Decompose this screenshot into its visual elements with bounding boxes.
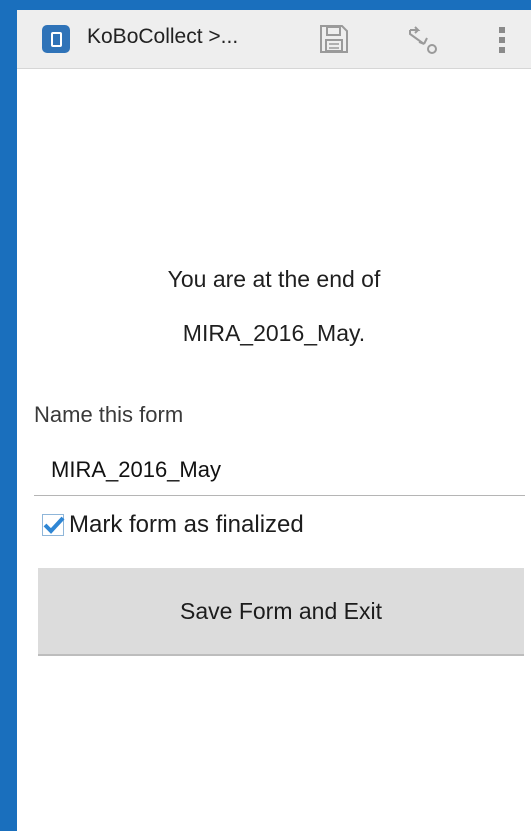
name-form-label: Name this form	[34, 402, 184, 427]
save-icon[interactable]	[319, 24, 349, 54]
finalize-checkbox-row[interactable]: Mark form as finalized	[42, 508, 304, 542]
form-name-input[interactable]	[34, 444, 525, 496]
hierarchy-icon[interactable]	[406, 24, 440, 56]
status-bar	[17, 0, 531, 10]
checkmark-icon	[43, 516, 65, 534]
finalize-label: Mark form as finalized	[69, 511, 304, 538]
app-title[interactable]: KoBoCollect >...	[87, 25, 238, 49]
form-end-screen: KoBoCollect >... You are at the end of M…	[17, 10, 531, 831]
end-message-line1: You are at the end of	[167, 266, 381, 292]
overflow-menu-icon[interactable]	[497, 27, 507, 55]
finalize-checkbox[interactable]	[42, 514, 65, 536]
save-form-and-exit-button[interactable]: Save Form and Exit	[38, 568, 524, 656]
app-icon[interactable]	[42, 25, 70, 53]
device-frame-left	[0, 0, 17, 831]
action-bar: KoBoCollect >...	[17, 10, 531, 69]
end-message-form-name: MIRA_2016_May.	[182, 320, 366, 346]
